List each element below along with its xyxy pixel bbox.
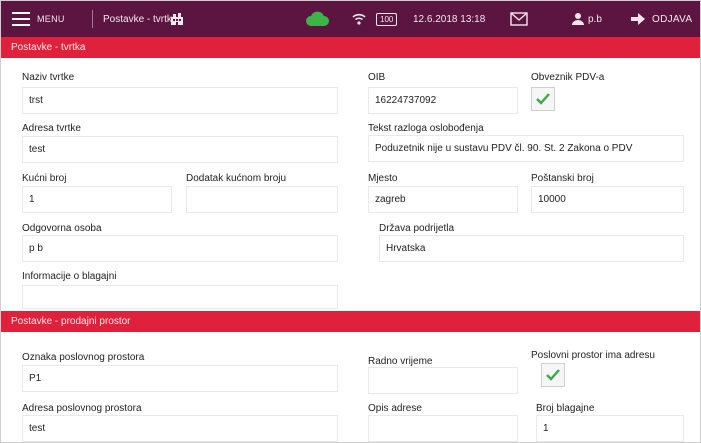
app-window: MENU Postavke - tvrtka 100 12.6.2018 13:…: [0, 0, 701, 443]
mjesto-label: Mjesto: [368, 173, 398, 184]
adresa-tvrtke-input[interactable]: test: [22, 136, 338, 163]
user-name: p.b: [588, 13, 602, 25]
osoba-label: Odgovorna osoba: [22, 223, 102, 234]
battery-icon: 100: [376, 1, 398, 37]
divider: [92, 10, 93, 28]
broj-blagajne-input[interactable]: 1: [536, 415, 684, 442]
razlog-label: Tekst razloga oslobođenja: [368, 123, 484, 134]
check-icon: [546, 369, 560, 381]
ima-adresu-label: Poslovni prostor ima adresu: [531, 350, 655, 361]
adresa-prostora-label: Adresa poslovnog prostora: [22, 403, 142, 414]
radno-vrijeme-label: Radno vrijeme: [368, 356, 433, 367]
datetime: 12.6.2018 13:18: [413, 13, 486, 25]
section-header-company: Postavke - tvrtka: [1, 37, 700, 58]
drzava-input[interactable]: Hrvatska: [379, 235, 684, 262]
naziv-input[interactable]: trst: [22, 87, 338, 114]
cloud-icon: [305, 1, 329, 37]
wifi-icon: [352, 1, 366, 37]
osoba-input[interactable]: p b: [22, 235, 338, 262]
battery-label: 100: [376, 12, 398, 26]
top-bar: MENU Postavke - tvrtka 100 12.6.2018 13:…: [1, 1, 700, 37]
section-header-premises: Postavke - prodajni prostor: [1, 311, 700, 332]
arrow-right-icon[interactable]: [630, 1, 646, 37]
check-icon: [536, 93, 550, 105]
oznaka-input[interactable]: P1: [22, 365, 338, 392]
info-input[interactable]: [22, 285, 338, 309]
naziv-label: Naziv tvrtke: [22, 72, 75, 83]
adresa-tvrtke-label: Adresa tvrtke: [22, 123, 81, 134]
kucni-broj-label: Kućni broj: [22, 173, 67, 184]
drzava-label: Država podrijetla: [379, 223, 455, 234]
postanski-label: Poštanski broj: [531, 173, 594, 184]
radno-vrijeme-input[interactable]: [368, 367, 518, 394]
mjesto-input[interactable]: zagreb: [368, 186, 518, 213]
user-icon: [571, 1, 585, 37]
dodatak-label: Dodatak kućnom broju: [186, 173, 287, 184]
pdv-checkbox[interactable]: [531, 87, 555, 111]
menu-label[interactable]: MENU: [37, 1, 65, 37]
opis-adrese-label: Opis adrese: [368, 403, 422, 414]
building-icon: [170, 1, 184, 37]
kucni-broj-input[interactable]: 1: [22, 186, 172, 213]
pdv-label: Obveznik PDV-a: [531, 72, 605, 83]
oib-input[interactable]: 16224737092: [368, 87, 518, 114]
mail-icon[interactable]: [510, 1, 528, 37]
info-label: Informacije o blagajni: [22, 271, 117, 282]
postanski-input[interactable]: 10000: [531, 186, 684, 213]
ima-adresu-checkbox[interactable]: [541, 363, 565, 387]
menu-icon[interactable]: [11, 1, 31, 37]
adresa-prostora-input[interactable]: test: [22, 415, 338, 442]
oib-label: OIB: [368, 72, 386, 83]
oznaka-label: Oznaka poslovnog prostora: [22, 352, 145, 363]
razlog-input[interactable]: Poduzetnik nije u sustavu PDV čl. 90. St…: [368, 135, 684, 162]
opis-adrese-input[interactable]: [368, 415, 518, 442]
dodatak-input[interactable]: [186, 186, 338, 213]
page-title: Postavke - tvrtka: [103, 13, 178, 25]
broj-blagajne-label: Broj blagajne: [536, 403, 595, 414]
logout-button[interactable]: ODJAVA: [652, 1, 692, 37]
